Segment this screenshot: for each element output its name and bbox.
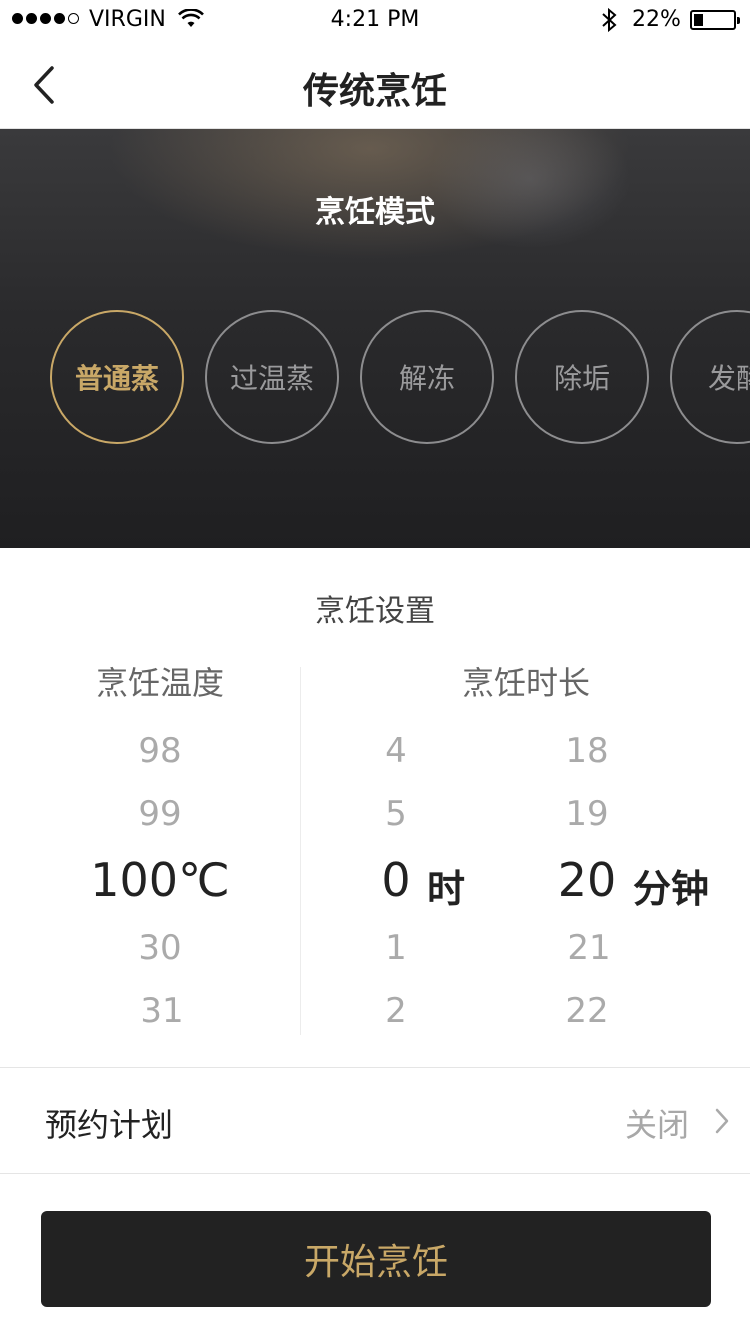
- picker-option[interactable]: 31: [62, 991, 262, 1031]
- mode-label: 除垢: [553, 362, 610, 395]
- picker-option[interactable]: 30: [60, 928, 260, 968]
- temperature-header: 烹饪温度: [95, 664, 224, 702]
- mode-button-ferment[interactable]: 发酵: [670, 310, 750, 444]
- mode-label: 解冻: [398, 362, 455, 395]
- schedule-label: 预约计划: [45, 1106, 174, 1144]
- picker-option[interactable]: 22: [527, 991, 647, 1031]
- mode-button-defrost[interactable]: 解冻: [360, 310, 494, 444]
- schedule-status: 关闭: [625, 1106, 690, 1144]
- mode-button-steam[interactable]: 普通蒸: [50, 310, 184, 444]
- cooking-mode-panel: 烹饪模式 普通蒸 过温蒸 解冻 除垢 发酵: [0, 129, 750, 548]
- minute-unit-label: 分钟: [633, 867, 710, 911]
- picker-option[interactable]: 18: [527, 731, 647, 771]
- page-title: 传统烹饪: [302, 71, 447, 112]
- bluetooth-icon: [602, 7, 617, 33]
- nav-bar: 传统烹饪: [0, 40, 750, 129]
- mode-label: 过温蒸: [229, 362, 314, 395]
- picker-option[interactable]: 21: [529, 928, 649, 968]
- divider: [0, 1173, 750, 1174]
- picker-option[interactable]: 99: [60, 794, 260, 834]
- mode-button-high-temp-steam[interactable]: 过温蒸: [205, 310, 339, 444]
- selected-temperature[interactable]: 100℃: [60, 853, 260, 907]
- picker-option[interactable]: 1: [346, 928, 446, 968]
- chevron-right-icon: [715, 1108, 729, 1134]
- picker-option[interactable]: 98: [60, 731, 260, 771]
- battery-icon: [690, 10, 740, 30]
- duration-header: 烹饪时长: [461, 664, 590, 702]
- status-bar: VIRGIN 4:21 PM 22%: [0, 0, 750, 40]
- picker-option[interactable]: 19: [527, 794, 647, 834]
- mode-selector[interactable]: 普通蒸 过温蒸 解冻 除垢 发酵: [50, 310, 750, 444]
- hour-unit-label: 时: [427, 867, 466, 911]
- battery-percent: 22%: [632, 7, 681, 32]
- selected-minutes[interactable]: 20: [527, 853, 647, 907]
- picker-option[interactable]: 2: [346, 991, 446, 1031]
- mode-button-descale[interactable]: 除垢: [515, 310, 649, 444]
- cooking-mode-title: 烹饪模式: [315, 195, 435, 230]
- picker-option[interactable]: 4: [346, 731, 446, 771]
- start-cooking-label: 开始烹饪: [303, 1242, 448, 1283]
- start-cooking-button[interactable]: 开始烹饪: [41, 1211, 711, 1307]
- cooking-settings-title: 烹饪设置: [315, 594, 435, 629]
- mode-label: 普通蒸: [74, 362, 159, 395]
- column-divider: [300, 667, 301, 1035]
- picker-option[interactable]: 5: [346, 794, 446, 834]
- mode-label: 发酵: [708, 362, 750, 395]
